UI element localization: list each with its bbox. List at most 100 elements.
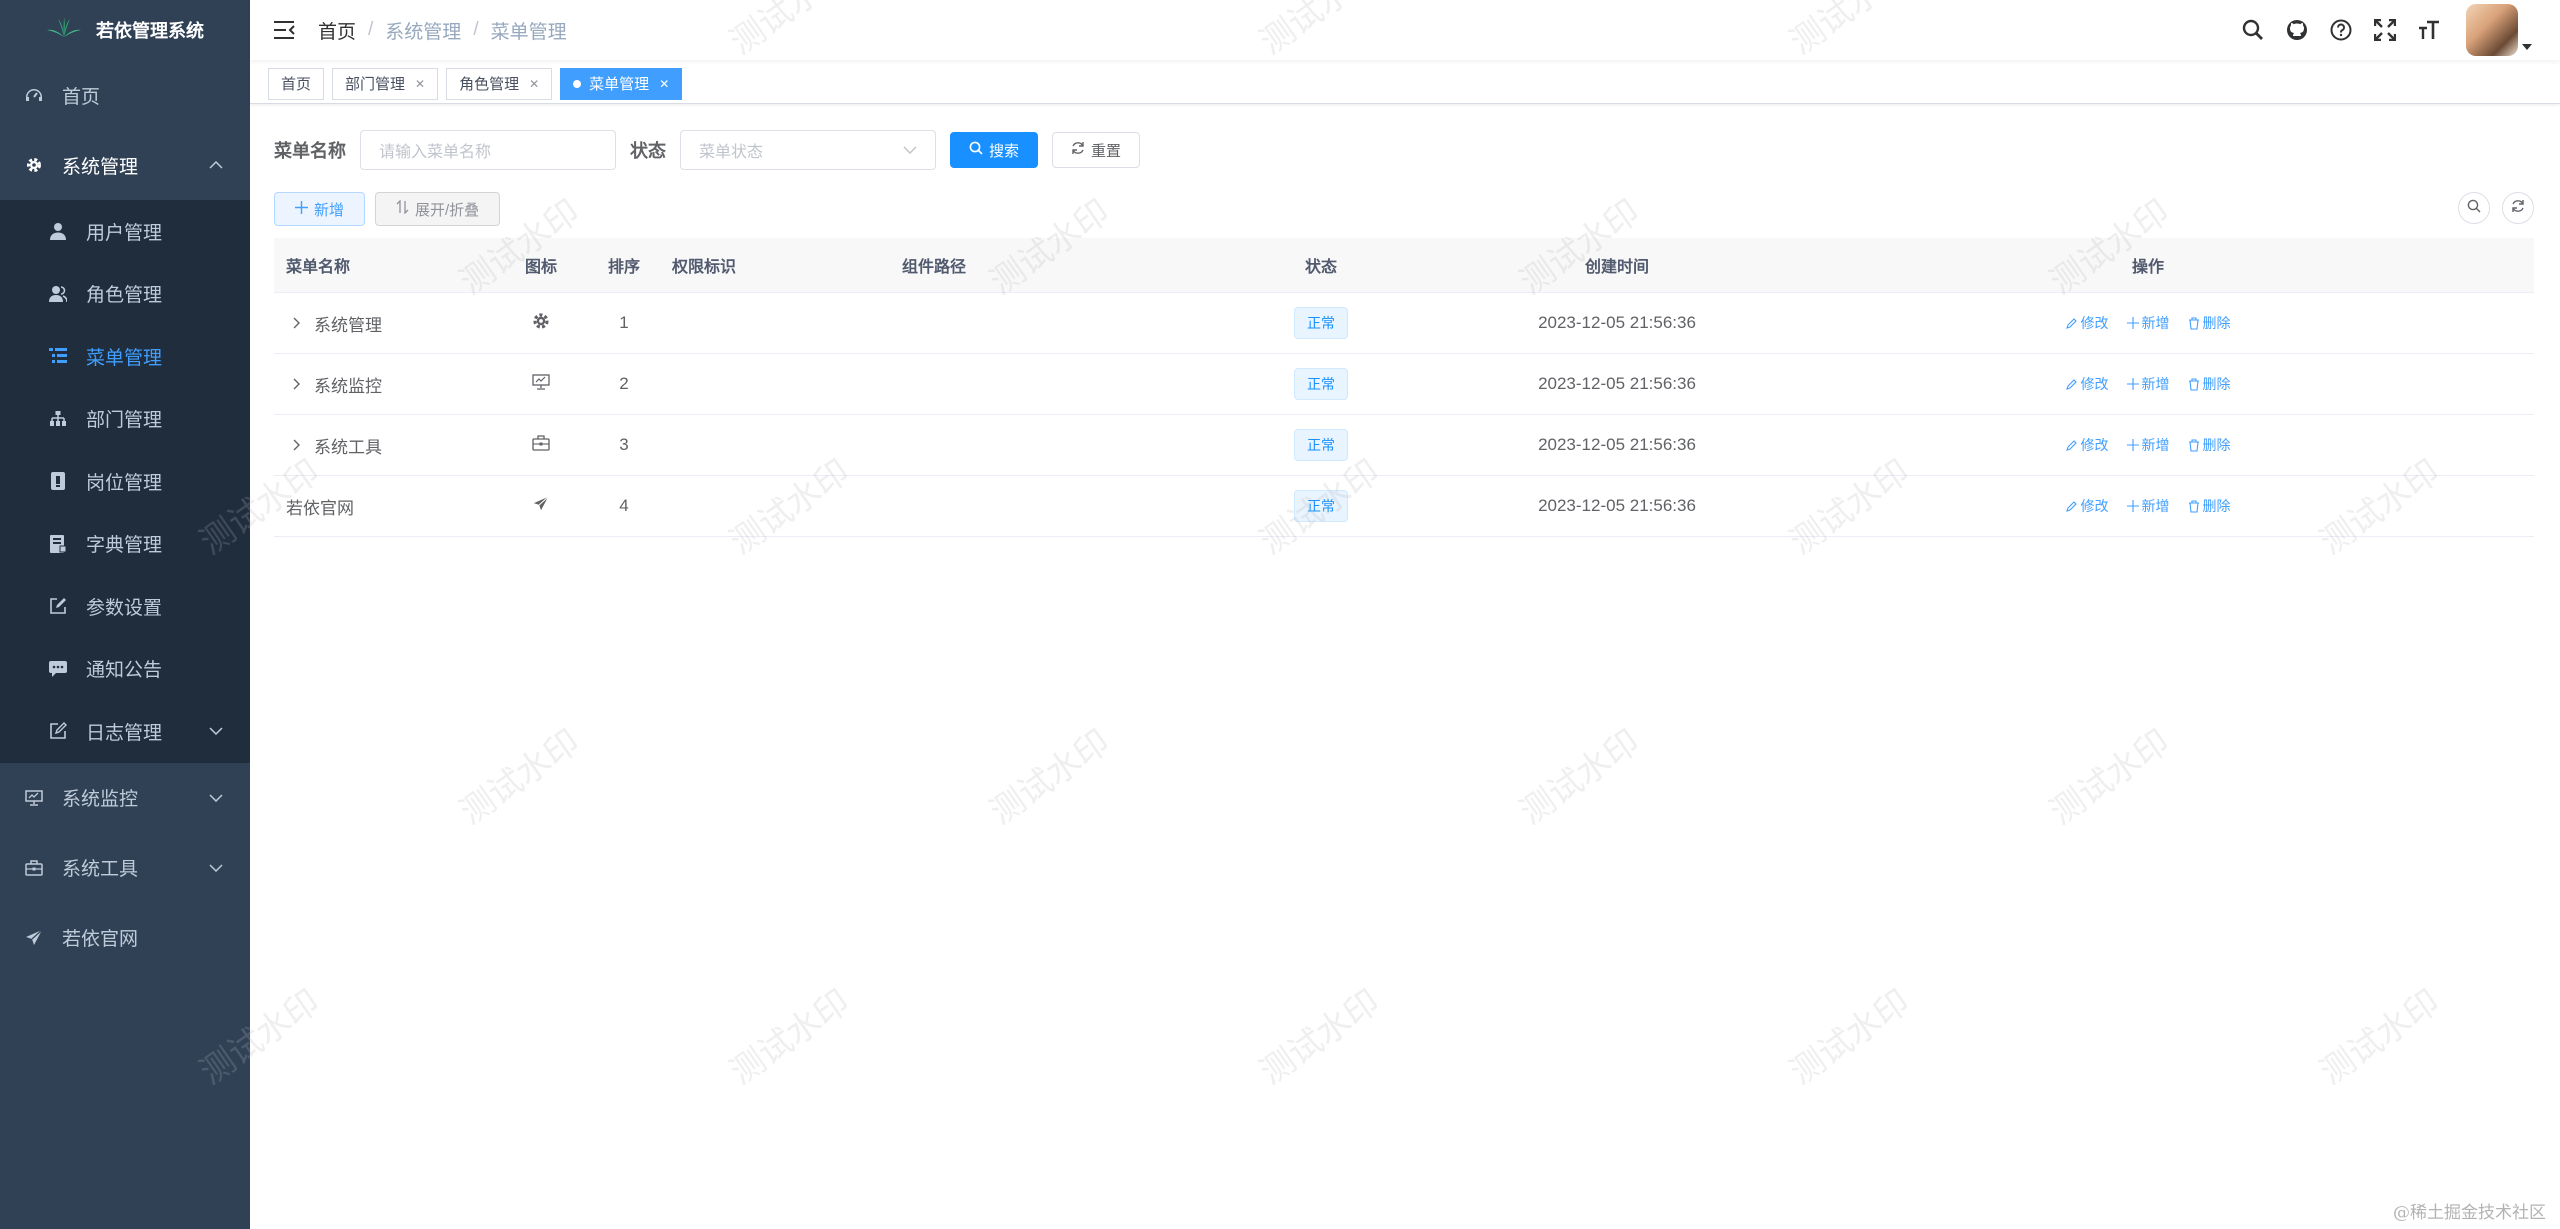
sidebar-item-dict[interactable]: 字典管理 bbox=[0, 513, 250, 576]
tool-icon bbox=[24, 858, 44, 878]
edit-icon bbox=[2065, 318, 2077, 329]
add-child-button[interactable]: 新增 bbox=[2126, 435, 2170, 455]
search-icon[interactable] bbox=[2240, 17, 2266, 43]
chevron-down-icon bbox=[208, 723, 224, 739]
search-form: 菜单名称 请输入菜单名称 状态 菜单状态 搜索 重置 bbox=[274, 130, 1141, 170]
fullscreen-icon[interactable] bbox=[2372, 17, 2398, 43]
refresh-icon bbox=[1071, 141, 1085, 159]
status-label: 状态 bbox=[630, 141, 666, 161]
sidebar-item-system[interactable]: 系统管理 bbox=[0, 130, 250, 200]
sidebar-item-label: 菜单管理 bbox=[86, 347, 163, 369]
delete-button[interactable]: 删除 bbox=[2188, 313, 2231, 333]
add-child-button[interactable]: 新增 bbox=[2126, 374, 2170, 394]
plus-icon bbox=[295, 200, 308, 218]
expand-collapse-button[interactable]: 展开/折叠 bbox=[375, 192, 501, 226]
tag-home[interactable]: 首页 bbox=[268, 67, 325, 100]
user-dropdown[interactable] bbox=[2466, 4, 2532, 56]
cell-created-time: 2023-12-05 21:56:36 bbox=[1538, 435, 1696, 454]
close-icon[interactable]: ✕ bbox=[415, 77, 425, 91]
guide-icon bbox=[533, 495, 549, 517]
sidebar-item-notice[interactable]: 通知公告 bbox=[0, 638, 250, 701]
add-button[interactable]: 新增 bbox=[274, 192, 366, 226]
edit-button[interactable]: 修改 bbox=[2065, 496, 2109, 516]
menu-name-input[interactable]: 请输入菜单名称 bbox=[360, 130, 616, 170]
table-row: 若依官网 4 正常 2023-12-05 21:56:36 修改 新增 删除 bbox=[274, 476, 2534, 537]
font-size-icon[interactable] bbox=[2416, 17, 2442, 43]
breadcrumb: 首页 / 系统管理 / 菜单管理 bbox=[318, 17, 567, 44]
edit-button[interactable]: 修改 bbox=[2065, 435, 2109, 455]
search-button[interactable]: 搜索 bbox=[950, 132, 1039, 168]
tag-label: 部门管理 bbox=[345, 76, 406, 93]
chevron-right-icon[interactable] bbox=[286, 439, 308, 451]
github-icon[interactable] bbox=[2284, 17, 2310, 43]
sidebar-item-label: 系统管理 bbox=[62, 156, 139, 178]
add-child-button[interactable]: 新增 bbox=[2126, 496, 2170, 516]
menu-name-text: 系统管理 bbox=[314, 315, 382, 335]
chevron-right-icon[interactable] bbox=[286, 317, 308, 329]
table-header: 菜单名称 图标 排序 权限标识 组件路径 状态 创建时间 操作 bbox=[274, 238, 2534, 293]
sidebar-item-website[interactable]: 若依官网 bbox=[0, 903, 250, 973]
status-badge: 正常 bbox=[1294, 368, 1348, 400]
reset-button[interactable]: 重置 bbox=[1052, 132, 1141, 168]
refresh-button[interactable] bbox=[2502, 192, 2534, 224]
cell-operations: 修改 新增 删除 bbox=[1762, 496, 2534, 516]
sidebar-item-logs[interactable]: 日志管理 bbox=[0, 700, 250, 763]
edit-label: 修改 bbox=[2080, 437, 2109, 453]
tag-dept[interactable]: 部门管理 ✕ bbox=[332, 67, 439, 100]
chevron-right-icon[interactable] bbox=[286, 378, 308, 390]
sidebar-item-users[interactable]: 用户管理 bbox=[0, 200, 250, 263]
delete-button[interactable]: 删除 bbox=[2188, 435, 2231, 455]
sidebar-item-tools[interactable]: 系统工具 bbox=[0, 833, 250, 903]
sidebar-item-monitor[interactable]: 系统监控 bbox=[0, 763, 250, 833]
breadcrumb-item-home[interactable]: 首页 bbox=[318, 17, 356, 44]
status-select[interactable]: 菜单状态 bbox=[680, 130, 936, 170]
log-icon bbox=[48, 721, 68, 741]
help-icon[interactable] bbox=[2328, 17, 2354, 43]
sidebar-item-menus[interactable]: 菜单管理 bbox=[0, 325, 250, 388]
tag-menu[interactable]: 菜单管理 ✕ bbox=[560, 67, 683, 100]
footer-watermark: @稀土掘金技术社区 bbox=[2393, 1203, 2546, 1223]
sidebar-logo[interactable]: 若依管理系统 bbox=[0, 0, 250, 60]
add-child-button[interactable]: 新增 bbox=[2126, 313, 2170, 333]
cell-created-time: 2023-12-05 21:56:36 bbox=[1538, 374, 1696, 393]
sidebar-item-roles[interactable]: 角色管理 bbox=[0, 263, 250, 326]
reset-button-label: 重置 bbox=[1091, 142, 1122, 160]
edit-button[interactable]: 修改 bbox=[2065, 374, 2109, 394]
toggle-search-button[interactable] bbox=[2458, 192, 2490, 224]
search-icon bbox=[2467, 199, 2481, 218]
delete-label: 删除 bbox=[2202, 437, 2231, 453]
sidebar-item-home[interactable]: 首页 bbox=[0, 60, 250, 130]
cell-menu-name: 系统监控 bbox=[274, 372, 496, 397]
status-badge: 正常 bbox=[1294, 490, 1348, 522]
tag-role[interactable]: 角色管理 ✕ bbox=[446, 67, 553, 100]
close-icon[interactable]: ✕ bbox=[659, 77, 669, 91]
sidebar-item-posts[interactable]: 岗位管理 bbox=[0, 450, 250, 513]
menu-name-text: 系统工具 bbox=[314, 437, 382, 457]
edit-icon bbox=[2065, 501, 2077, 512]
delete-icon bbox=[2188, 499, 2199, 513]
cell-order: 4 bbox=[619, 496, 629, 515]
sidebar-item-depts[interactable]: 部门管理 bbox=[0, 388, 250, 451]
sidebar-item-config[interactable]: 参数设置 bbox=[0, 575, 250, 638]
sidebar-item-label: 若依官网 bbox=[62, 929, 139, 950]
sort-icon bbox=[396, 199, 409, 218]
menu-name-label: 菜单名称 bbox=[274, 141, 346, 161]
sidebar-item-label: 日志管理 bbox=[86, 722, 163, 744]
app-root: 若依管理系统 首页 系统管理 用户管理 角色管理 菜单管理 部门管理 岗位管理 … bbox=[0, 0, 2560, 1229]
cell-order: 1 bbox=[619, 313, 629, 332]
th-menu-name: 菜单名称 bbox=[286, 259, 351, 276]
plus-icon bbox=[2126, 439, 2139, 451]
sidebar-item-label: 字典管理 bbox=[86, 535, 163, 557]
hamburger-icon[interactable] bbox=[270, 15, 300, 45]
sidebar-item-label: 岗位管理 bbox=[86, 472, 163, 494]
avatar bbox=[2466, 4, 2518, 56]
edit-button[interactable]: 修改 bbox=[2065, 313, 2109, 333]
sidebar-item-label: 系统工具 bbox=[62, 859, 139, 880]
add-label: 新增 bbox=[2141, 437, 2170, 453]
peoples-icon bbox=[48, 284, 68, 304]
cell-icon bbox=[496, 373, 586, 395]
delete-button[interactable]: 删除 bbox=[2188, 374, 2231, 394]
close-icon[interactable]: ✕ bbox=[529, 77, 539, 91]
th-created-time: 创建时间 bbox=[1584, 259, 1649, 276]
delete-button[interactable]: 删除 bbox=[2188, 496, 2231, 516]
